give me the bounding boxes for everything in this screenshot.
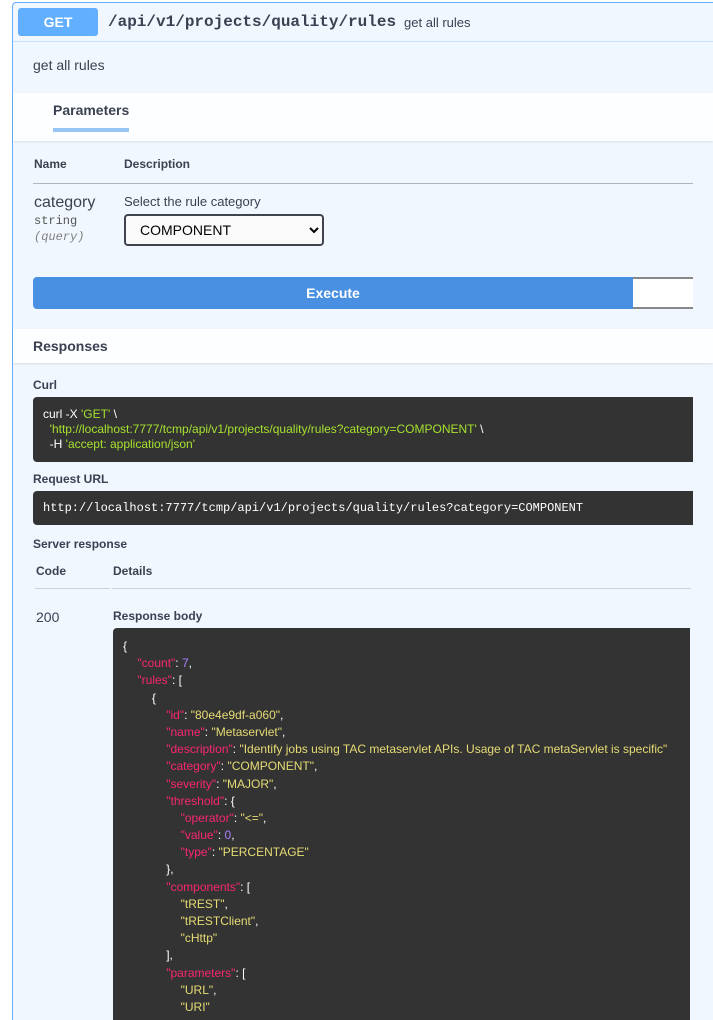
api-operation-block: GET /api/v1/projects/quality/rules get a… — [12, 2, 713, 1020]
operation-summary[interactable]: GET /api/v1/projects/quality/rules get a… — [13, 3, 713, 41]
request-url-label: Request URL — [33, 472, 693, 486]
curl-text: \ — [477, 422, 484, 436]
param-header-description: Description — [123, 156, 693, 184]
param-select-category[interactable]: COMPONENT — [124, 214, 324, 246]
responses-section: Curl curl -X 'GET' \ 'http://localhost:7… — [13, 363, 713, 1020]
operation-body: get all rules Parameters Name Descriptio… — [13, 41, 713, 1020]
response-body-label: Response body — [113, 609, 690, 623]
curl-text: \ — [110, 407, 117, 421]
curl-text: curl -X — [43, 407, 81, 421]
resp-header-details: Details — [112, 563, 691, 589]
resp-header-code: Code — [35, 563, 110, 589]
endpoint-path: /api/v1/projects/quality/rules — [108, 13, 396, 31]
param-header-name: Name — [33, 156, 123, 184]
curl-header: 'accept: application/json' — [66, 437, 195, 451]
param-location: (query) — [34, 230, 122, 244]
endpoint-summary: get all rules — [404, 15, 470, 30]
curl-text: -H — [43, 437, 66, 451]
param-description: Select the rule category — [124, 194, 692, 209]
curl-text — [43, 422, 50, 436]
server-response-label: Server response — [33, 537, 693, 551]
operation-description: get all rules — [33, 57, 693, 73]
http-method-badge: GET — [18, 8, 98, 36]
curl-command[interactable]: curl -X 'GET' \ 'http://localhost:7777/t… — [33, 397, 693, 462]
description-section: get all rules — [13, 42, 713, 93]
param-name: category — [34, 194, 122, 212]
execute-wrapper: Execute — [13, 277, 713, 329]
parameters-title: Parameters — [53, 102, 129, 118]
curl-method: 'GET' — [81, 407, 110, 421]
tab-parameters[interactable]: Parameters — [53, 102, 129, 132]
parameters-section: Name Description category string (query)… — [13, 141, 713, 277]
parameter-row: category string (query) Select the rule … — [33, 184, 693, 248]
request-url-value[interactable]: http://localhost:7777/tcmp/api/v1/projec… — [33, 491, 693, 525]
execute-button[interactable]: Execute — [33, 277, 633, 309]
param-type: string — [34, 214, 122, 228]
responses-title: Responses — [33, 338, 693, 354]
curl-url: 'http://localhost:7777/tcmp/api/v1/proje… — [50, 422, 477, 436]
parameters-header: Parameters — [13, 93, 713, 141]
curl-label: Curl — [33, 378, 693, 392]
response-body-json[interactable]: { "count": 7, "rules": [ { "id": "80e4e9… — [113, 628, 690, 1020]
responses-header: Responses — [13, 329, 713, 363]
clear-button[interactable] — [633, 277, 693, 309]
